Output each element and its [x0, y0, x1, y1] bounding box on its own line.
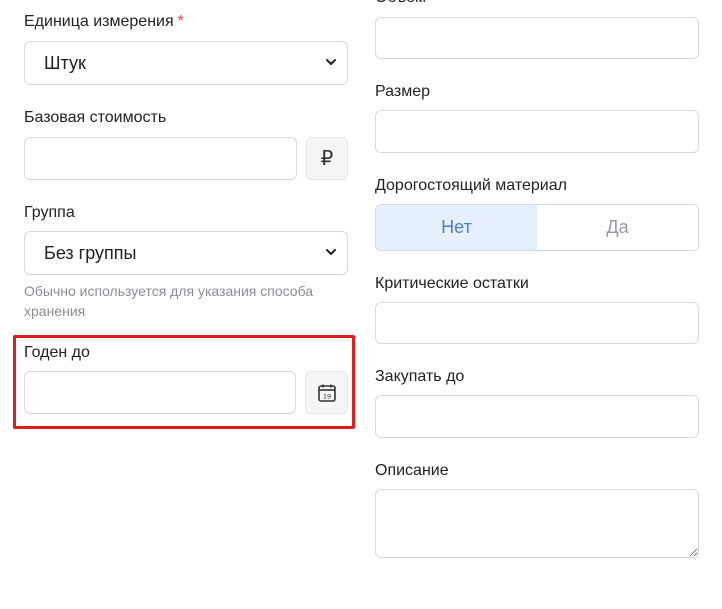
toggle-option-no[interactable]: Нет — [376, 205, 537, 250]
volume-label: Объем — [375, 0, 426, 8]
description-textarea[interactable] — [375, 489, 699, 558]
base-cost-label: Базовая стоимость — [24, 109, 167, 126]
description-label: Описание — [375, 462, 449, 479]
unit-label-text: Единица измерения — [24, 13, 174, 30]
group-hint: Обычно используется для указания способа… — [24, 283, 314, 319]
expiry-label: Годен до — [24, 344, 90, 361]
expiry-date-input[interactable] — [24, 371, 296, 414]
chevron-down-icon — [326, 59, 336, 65]
buy-before-input[interactable] — [375, 395, 699, 438]
group-label: Группа — [24, 204, 75, 221]
expensive-toggle: Нет Да — [375, 204, 699, 251]
critical-input[interactable] — [375, 302, 699, 344]
material-form: Объем Единица измерения* Штук Базовая ст… — [0, 0, 722, 609]
calendar-icon: 19 — [317, 384, 336, 402]
buy-before-label: Закупать до — [375, 368, 465, 385]
calendar-day: 19 — [322, 392, 330, 400]
unit-select-value: Штук — [44, 52, 86, 73]
critical-label: Критические остатки — [375, 275, 529, 292]
volume-input[interactable] — [375, 17, 699, 59]
toggle-option-yes[interactable]: Да — [537, 205, 698, 250]
base-cost-input[interactable] — [24, 137, 297, 180]
ruble-icon: ₽ — [320, 148, 334, 170]
calendar-button[interactable]: 19 — [305, 371, 348, 414]
unit-select[interactable]: Штук — [24, 41, 348, 85]
unit-label: Единица измерения * — [24, 12, 184, 32]
group-select-value: Без группы — [44, 242, 137, 263]
size-label: Размер — [375, 83, 430, 100]
size-input[interactable] — [375, 110, 699, 153]
group-select[interactable]: Без группы — [24, 231, 348, 275]
currency-addon: ₽ — [306, 137, 348, 180]
expensive-label: Дорогостоящий материал — [375, 177, 567, 194]
required-mark: * — [177, 13, 184, 30]
chevron-down-icon — [326, 249, 336, 255]
